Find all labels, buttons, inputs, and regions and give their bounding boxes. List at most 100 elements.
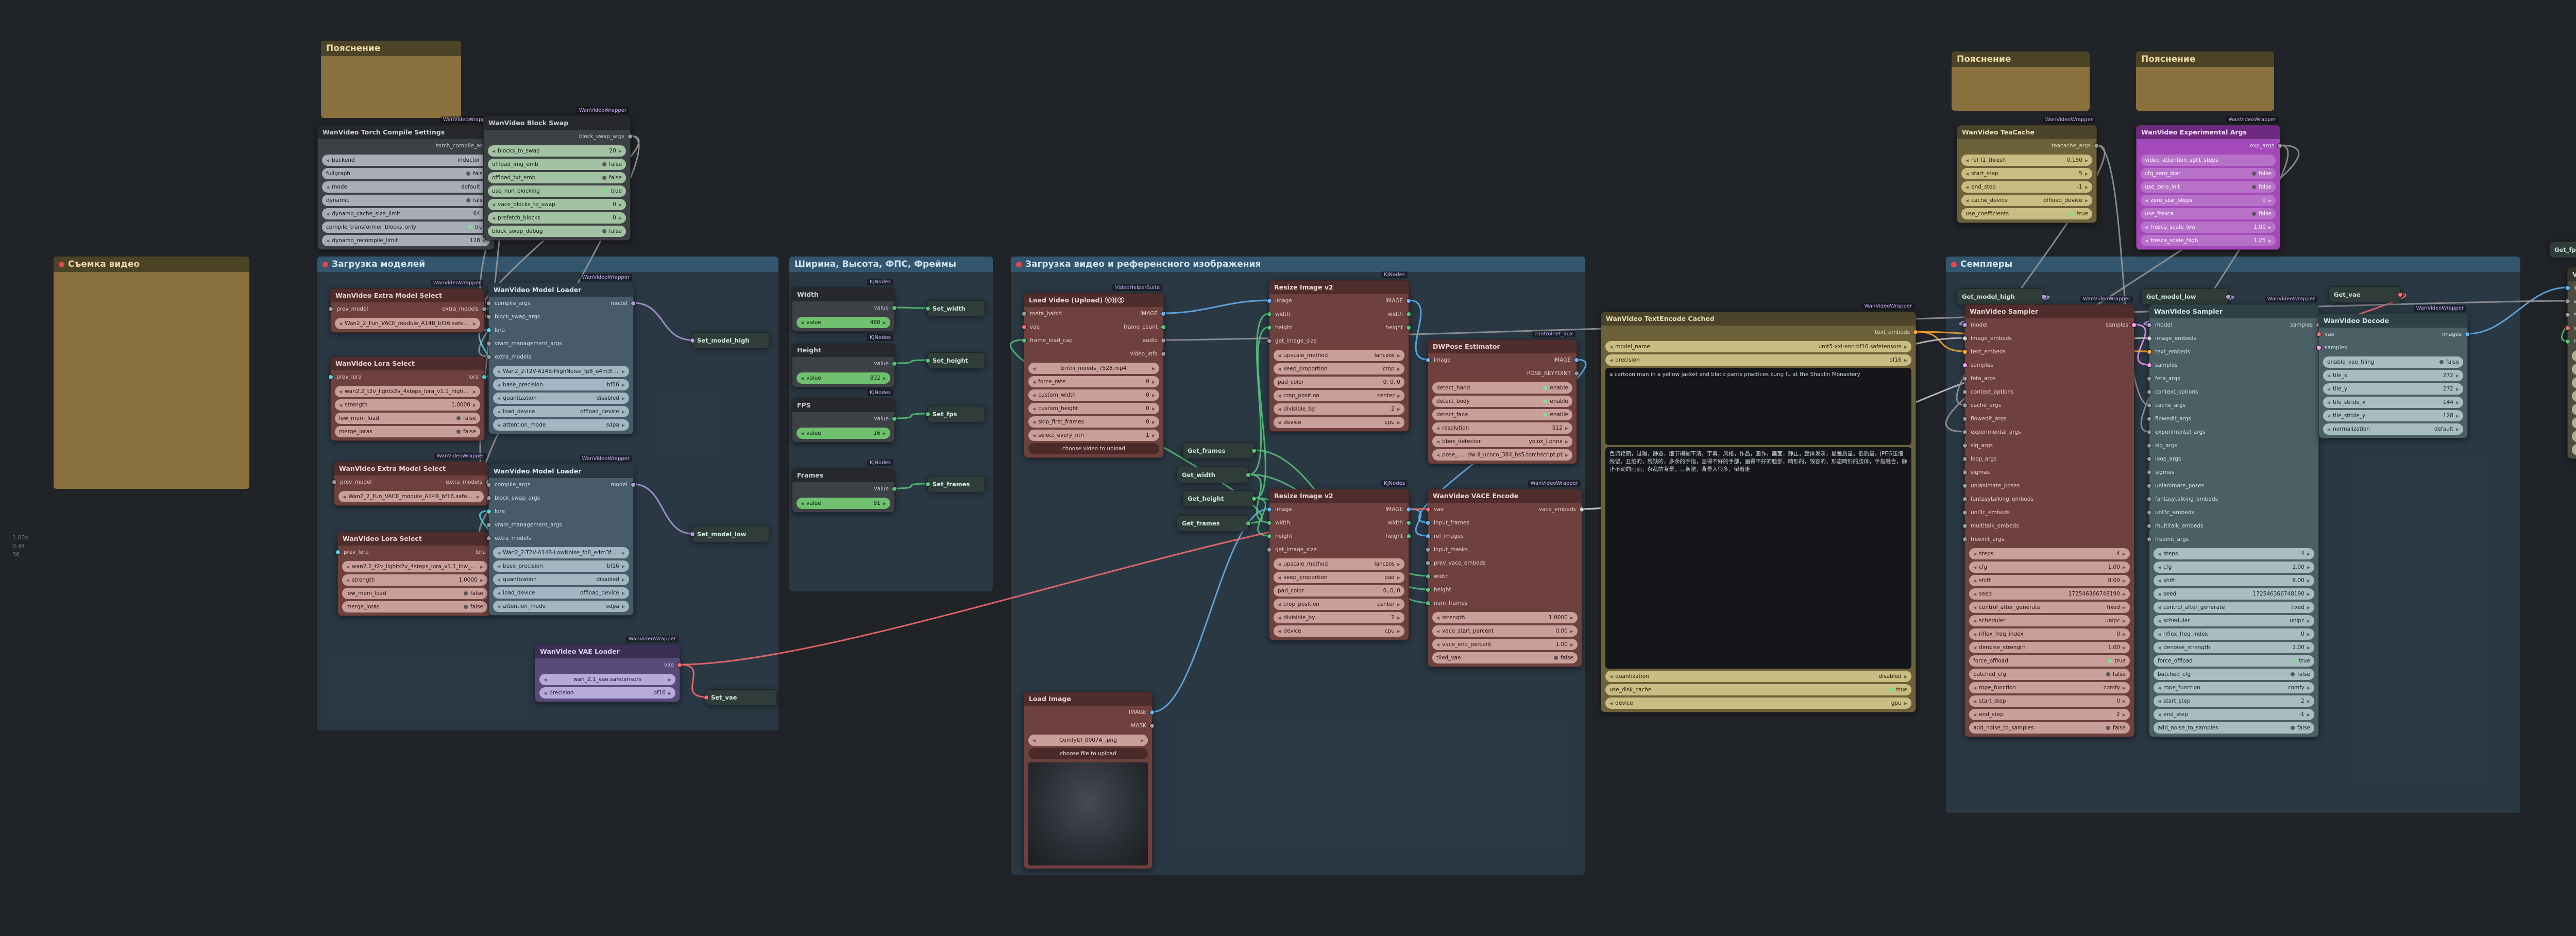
decrement-arrow-icon[interactable]: ◀ xyxy=(2158,699,2161,704)
input-port-experimental_args[interactable] xyxy=(1962,430,1968,435)
video_combine-widget-filename_prefix[interactable]: filename_prefixwan2_2/VACE xyxy=(2572,364,2576,375)
teacache-widget-cache_device[interactable]: ◀cache_deviceoffload_device▶ xyxy=(1961,195,2092,206)
node-dwpose-title[interactable]: DWPose Estimator xyxy=(1428,340,1577,353)
increment-arrow-icon[interactable]: ▶ xyxy=(2456,387,2459,392)
group-note-top-right-2-header[interactable]: Пояснение xyxy=(2136,52,2274,67)
output-port-height[interactable] xyxy=(1406,325,1411,330)
sampler_low-widget-seed[interactable]: ◀seed172546366748190▶ xyxy=(2154,588,2314,600)
decrement-arrow-icon[interactable]: ◀ xyxy=(801,376,804,381)
text_encode-widget-use_disk_cache[interactable]: use_disk_cachetrue xyxy=(1605,684,1911,695)
decrement-arrow-icon[interactable]: ◀ xyxy=(1278,367,1281,371)
node-sampler_high-title[interactable]: WanVideo Sampler xyxy=(1965,305,2134,318)
resize_ref-widget-device[interactable]: ◀devicecpu▶ xyxy=(1274,625,1404,637)
node-set_vae-title[interactable]: Set_vae xyxy=(706,690,776,705)
decrement-arrow-icon[interactable]: ◀ xyxy=(1973,686,1976,690)
teacache-widget-start_step[interactable]: ◀start_step5▶ xyxy=(1961,168,2092,179)
input-port-vae[interactable] xyxy=(1426,507,1431,512)
increment-arrow-icon[interactable]: ▶ xyxy=(2307,552,2310,556)
increment-arrow-icon[interactable]: ▶ xyxy=(622,551,625,555)
output-port-frame_count[interactable] xyxy=(1161,325,1166,330)
lora_high-widget-strength[interactable]: ◀strength1.0000▶ xyxy=(335,399,480,411)
increment-arrow-icon[interactable]: ▶ xyxy=(1397,575,1400,580)
decrement-arrow-icon[interactable]: ◀ xyxy=(2145,239,2148,243)
input-port-prev_vace_embeds[interactable] xyxy=(1426,560,1431,566)
exp_args-widget-video_attention_split_steps[interactable]: video_attention_split_steps xyxy=(2141,155,2276,166)
lora_low-widget-strength[interactable]: ◀strength1.0000▶ xyxy=(342,574,487,586)
decrement-arrow-icon[interactable]: ◀ xyxy=(2158,552,2161,556)
node-set_fps[interactable]: Set_fps xyxy=(927,406,985,421)
vace_encode-widget-vace_end_percent[interactable]: ◀vace_end_percent1.00▶ xyxy=(1432,639,1578,650)
input-port-samples[interactable] xyxy=(1962,363,1968,368)
dwpose-widget-resolution[interactable]: ◀resolution512▶ xyxy=(1432,422,1572,434)
decrement-arrow-icon[interactable]: ◀ xyxy=(2158,592,2161,597)
input-port-width[interactable] xyxy=(1267,520,1272,525)
sampler_high-widget-shift[interactable]: ◀shift8.00▶ xyxy=(1969,575,2130,586)
increment-arrow-icon[interactable]: ▶ xyxy=(622,396,625,401)
output-port-IMAGE[interactable] xyxy=(1406,298,1411,303)
input-port-prev_model[interactable] xyxy=(328,307,333,312)
decode-widget-enable_vae_tiling[interactable]: enable_vae_tilingfalse xyxy=(2323,356,2463,368)
group-note-top-right-1-header[interactable]: Пояснение xyxy=(1952,52,2090,67)
resize_ref-widget-divisible_by[interactable]: ◀divisible_by2▶ xyxy=(1274,612,1404,623)
block_swap-widget-blocks_to_swap[interactable]: ◀blocks_to_swap20▶ xyxy=(488,145,626,157)
load_video-widget-custom_height[interactable]: ◀custom_height0▶ xyxy=(1028,403,1159,414)
text_encode-widget-model_name[interactable]: ◀model_nameumt5-xxl-enc-bf16.safetensors… xyxy=(1605,341,1911,352)
input-port-multitalk_embeds[interactable] xyxy=(1962,523,1968,529)
increment-arrow-icon[interactable]: ▶ xyxy=(2123,712,2126,717)
decrement-arrow-icon[interactable]: ◀ xyxy=(801,431,804,436)
input-port-vram_management_args[interactable] xyxy=(486,341,492,346)
input-port-fantasytalking_embeds[interactable] xyxy=(2147,497,2152,502)
input-port-multitalk_embeds[interactable] xyxy=(2147,523,2152,529)
node-frames_const-title[interactable]: Frames xyxy=(792,469,894,482)
sampler_high-widget-seed[interactable]: ◀seed172546366748190▶ xyxy=(1969,588,2130,600)
ml_low-widget-base_precision[interactable]: ◀base_precisionbf16▶ xyxy=(493,560,629,572)
node-get_vae_s[interactable]: Get_vae xyxy=(2329,286,2401,302)
decode-widget-normalization[interactable]: ◀normalizationdefault▶ xyxy=(2323,423,2463,435)
node-text_encode-title[interactable]: WanVideo TextEncode Cached xyxy=(1601,312,1916,326)
decrement-arrow-icon[interactable]: ◀ xyxy=(2145,225,2148,230)
node-get_frames_b-title[interactable]: Get_frames xyxy=(1177,516,1248,531)
node-exp_args-title[interactable]: WanVideo Experimental Args xyxy=(2137,126,2280,139)
output-port-block_swap_args[interactable] xyxy=(628,134,633,139)
decrement-arrow-icon[interactable]: ◀ xyxy=(326,185,329,190)
node-fps_const-title[interactable]: FPS xyxy=(792,399,894,412)
input-port-image[interactable] xyxy=(1267,298,1272,303)
increment-arrow-icon[interactable]: ▶ xyxy=(1904,345,1907,349)
increment-arrow-icon[interactable]: ▶ xyxy=(2307,619,2310,623)
increment-arrow-icon[interactable]: ▶ xyxy=(1152,380,1155,384)
input-port-height[interactable] xyxy=(1267,325,1272,330)
node-extra_high-title[interactable]: WanVideo Extra Model Select xyxy=(331,289,484,302)
decrement-arrow-icon[interactable]: ◀ xyxy=(1973,552,1976,556)
group-note-top-right-1[interactable]: Пояснение xyxy=(1952,52,2090,111)
decrement-arrow-icon[interactable]: ◀ xyxy=(2145,198,2148,203)
decrement-arrow-icon[interactable]: ◀ xyxy=(1965,158,1969,163)
input-port-prev_lora[interactable] xyxy=(328,375,333,380)
sampler_low-widget-steps[interactable]: ◀steps4▶ xyxy=(2154,548,2314,559)
node-graph-canvas[interactable]: 1.03x0.4436 ПояснениеСъемка видеоЗагрузк… xyxy=(0,0,2576,936)
torch_compile-widget-compile_transformer_blocks_only[interactable]: compile_transformer_blocks_onlytrue xyxy=(322,222,490,233)
increment-arrow-icon[interactable]: ▶ xyxy=(2123,619,2126,623)
ml_low-widget-load_device[interactable]: ◀load_deviceoffload_device▶ xyxy=(493,587,629,599)
increment-arrow-icon[interactable]: ▶ xyxy=(1570,642,1573,647)
input-port-prev_model[interactable] xyxy=(332,480,337,485)
input-port-feta_args[interactable] xyxy=(1962,376,1968,381)
increment-arrow-icon[interactable]: ▶ xyxy=(1397,367,1400,371)
video_combine-widget-save_metadata[interactable]: save_metadatatrue xyxy=(2572,417,2576,429)
input-port-context_options[interactable] xyxy=(2147,389,2152,395)
increment-arrow-icon[interactable]: ▶ xyxy=(2123,686,2126,690)
input-port-flowedit_args[interactable] xyxy=(2147,416,2152,421)
extra_high-widget-value[interactable]: ◀Wan2_2_Fun_VACE_module_A14B_bf16.safete… xyxy=(335,318,480,329)
node-dwpose[interactable]: controlnet_auxDWPose EstimatorimageIMAGE… xyxy=(1428,339,1577,464)
decrement-arrow-icon[interactable]: ◀ xyxy=(1973,699,1976,704)
input-port-get_image_size[interactable] xyxy=(1267,338,1272,344)
decrement-arrow-icon[interactable]: ◀ xyxy=(326,212,329,216)
node-get_fps_s[interactable]: Get_fps xyxy=(2549,242,2576,257)
video_combine-widget-pix_fmt[interactable]: ◀pix_fmtyuv420p▶ xyxy=(2572,390,2576,402)
input-port-lora[interactable] xyxy=(486,328,492,333)
input-port-freeinit_args[interactable] xyxy=(1962,537,1968,542)
decrement-arrow-icon[interactable]: ◀ xyxy=(339,389,342,394)
decrement-arrow-icon[interactable]: ◀ xyxy=(497,396,500,401)
decrement-arrow-icon[interactable]: ◀ xyxy=(1032,420,1036,424)
increment-arrow-icon[interactable]: ▶ xyxy=(1570,616,1573,620)
output-port-extra_models[interactable] xyxy=(482,307,487,312)
